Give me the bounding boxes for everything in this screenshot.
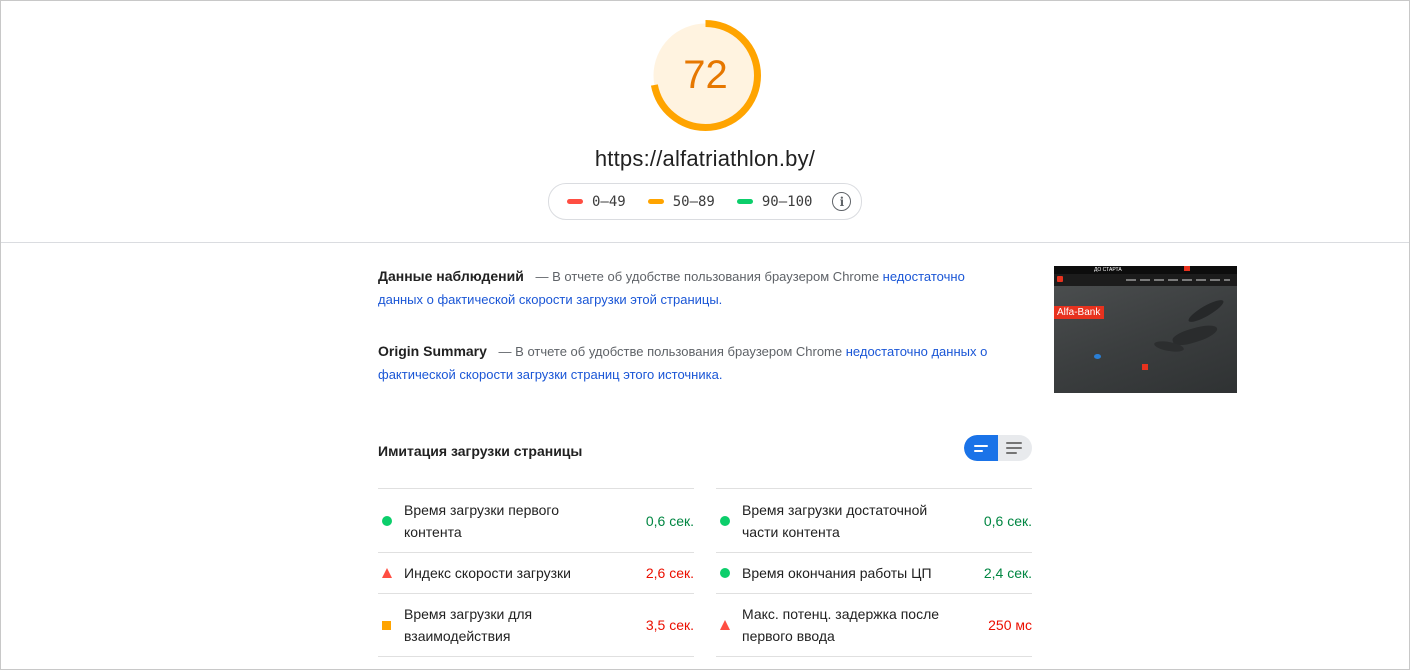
info-icon[interactable]: i: [832, 192, 852, 211]
list-view-icon[interactable]: [998, 435, 1032, 461]
legend-item-fail: 0–49: [567, 194, 626, 210]
metric-max-potential-fid: Макс. потенц. задержка после первого вво…: [716, 593, 1032, 657]
metrics-column-left: Время загрузки первого контента 0,6 сек.…: [378, 488, 694, 657]
score-value: 72: [683, 53, 728, 97]
metric-value: 0,6 сек.: [645, 512, 694, 529]
field-data-section: Данные наблюдений — В отчете об удобстве…: [378, 265, 988, 311]
metric-first-contentful-paint: Время загрузки первого контента 0,6 сек.: [378, 488, 694, 552]
score-gauge: 72: [648, 18, 763, 133]
metric-name: Время загрузки для взаимодействия: [404, 606, 533, 644]
metric-first-cpu-idle: Время окончания работы ЦП 2,4 сек.: [716, 552, 1032, 593]
fail-status-icon: [720, 620, 730, 630]
metric-speed-index: Индекс скорости загрузки 2,6 сек.: [378, 552, 694, 593]
pass-status-icon: [720, 568, 730, 578]
legend-label-average: 50–89: [672, 193, 715, 210]
thumbnail-top-bar-text: ДО СТАРТА: [1094, 267, 1122, 273]
origin-summary-title: Origin Summary: [378, 343, 487, 359]
thumbnail-top-accent: [1184, 266, 1190, 271]
score-legend: 0–49 50–89 90–100 i: [548, 183, 862, 220]
origin-summary-section: Origin Summary — В отчете об удобстве по…: [378, 340, 988, 386]
legend-item-pass: 90–100: [736, 193, 813, 210]
origin-summary-text: — В отчете об удобстве пользования брауз…: [498, 344, 843, 359]
metric-value: 3,5 сек.: [645, 617, 694, 633]
metric-value: 2,4 сек.: [983, 565, 1032, 581]
metrics-column-right: Время загрузки достаточной части контент…: [716, 488, 1032, 657]
fail-status-icon: [382, 568, 392, 578]
metric-name: Время загрузки первого контента: [404, 501, 560, 540]
thumbnail-brand-label: Alfa-Bank: [1054, 306, 1105, 319]
field-data-title: Данные наблюдений: [378, 268, 524, 284]
thumbnail-logo-icon: [1057, 276, 1063, 282]
legend-label-fail: 0–49: [592, 193, 626, 210]
metrics-view-toggle[interactable]: [964, 435, 1032, 461]
metric-time-to-interactive: Время загрузки для взаимодействия 3,5 се…: [378, 593, 694, 657]
metric-value: 250 мс: [988, 617, 1032, 633]
legend-swatch-average: [647, 199, 664, 204]
average-status-icon: [382, 620, 391, 630]
metric-name: Макс. потенц. задержка после первого вво…: [742, 606, 940, 644]
legend-item-average: 50–89: [647, 193, 715, 210]
metric-name: Индекс скорости загрузки: [404, 565, 571, 581]
pass-status-icon: [720, 515, 730, 526]
field-data-text: — В отчете об удобстве пользования брауз…: [535, 269, 880, 284]
metric-name: Время окончания работы ЦП: [742, 565, 932, 581]
thumbnail-swim-cap: [1094, 354, 1101, 359]
legend-label-pass: 90–100: [761, 193, 813, 210]
bar-view-icon[interactable]: [964, 435, 998, 461]
final-screenshot-thumbnail: ДО СТАРТА Alfa-Bank: [1054, 266, 1237, 393]
thumbnail-nav-links: [1126, 279, 1230, 281]
thumbnail-red-marker: [1142, 364, 1148, 370]
thumbnail-top-bar: [1054, 266, 1237, 274]
header-divider: [1, 242, 1409, 243]
metric-name: Время загрузки достаточной части контент…: [742, 501, 928, 540]
page-url: https://alfatriathlon.by/: [594, 146, 816, 171]
metric-first-meaningful-paint: Время загрузки достаточной части контент…: [716, 488, 1032, 552]
metric-value: 0,6 сек.: [983, 512, 1032, 529]
legend-swatch-fail: [567, 199, 583, 204]
metric-value: 2,6 сек.: [645, 565, 694, 581]
pass-status-icon: [382, 515, 392, 526]
legend-swatch-pass: [736, 199, 753, 204]
lab-data-title: Имитация загрузки страницы: [378, 443, 583, 459]
